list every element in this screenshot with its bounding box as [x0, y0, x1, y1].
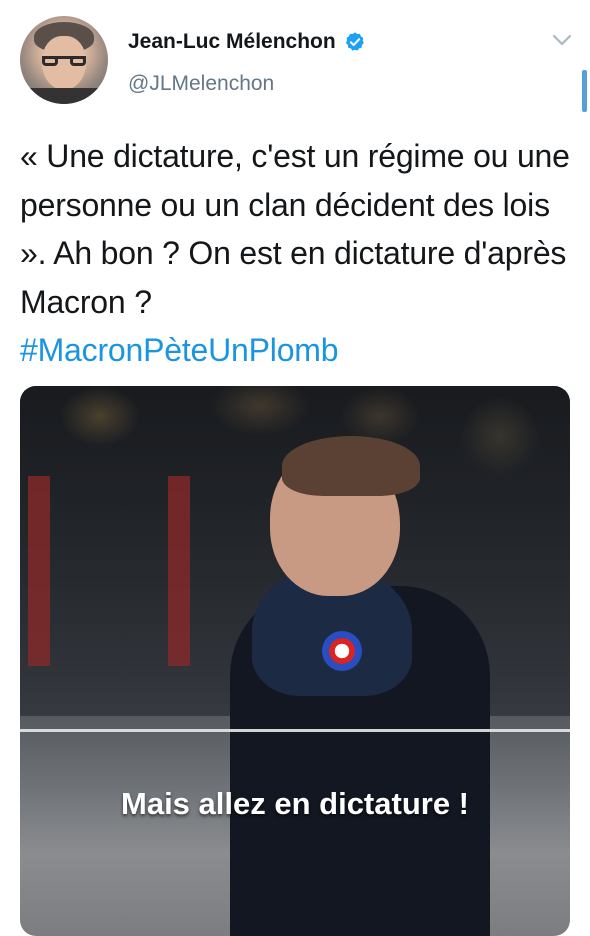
author-name-row: Jean-Luc Mélenchon	[128, 30, 366, 54]
tweet-card: Jean-Luc Mélenchon @JLMelenchon « Une di…	[0, 0, 590, 936]
author-display-name[interactable]: Jean-Luc Mélenchon	[128, 30, 336, 54]
media-person-hair	[282, 436, 420, 496]
audio-waveform	[20, 729, 570, 732]
hashtag-link[interactable]: #MacronPèteUnPlomb	[20, 326, 576, 375]
verified-badge-icon	[345, 32, 364, 51]
media-detail	[168, 476, 190, 666]
cockade-icon	[322, 631, 362, 671]
video-caption: Mais allez en dictature !	[121, 786, 469, 821]
tweet-media-video[interactable]: Mais allez en dictature !	[20, 386, 570, 936]
tweet-text: « Une dictature, c'est un régime ou une …	[20, 132, 576, 375]
tweet-body: « Une dictature, c'est un régime ou une …	[20, 138, 570, 320]
scrollbar[interactable]	[582, 70, 587, 112]
author-handle[interactable]: @JLMelenchon	[128, 72, 274, 96]
chevron-down-icon[interactable]	[552, 33, 572, 47]
avatar[interactable]	[20, 16, 108, 104]
media-detail	[28, 476, 50, 666]
